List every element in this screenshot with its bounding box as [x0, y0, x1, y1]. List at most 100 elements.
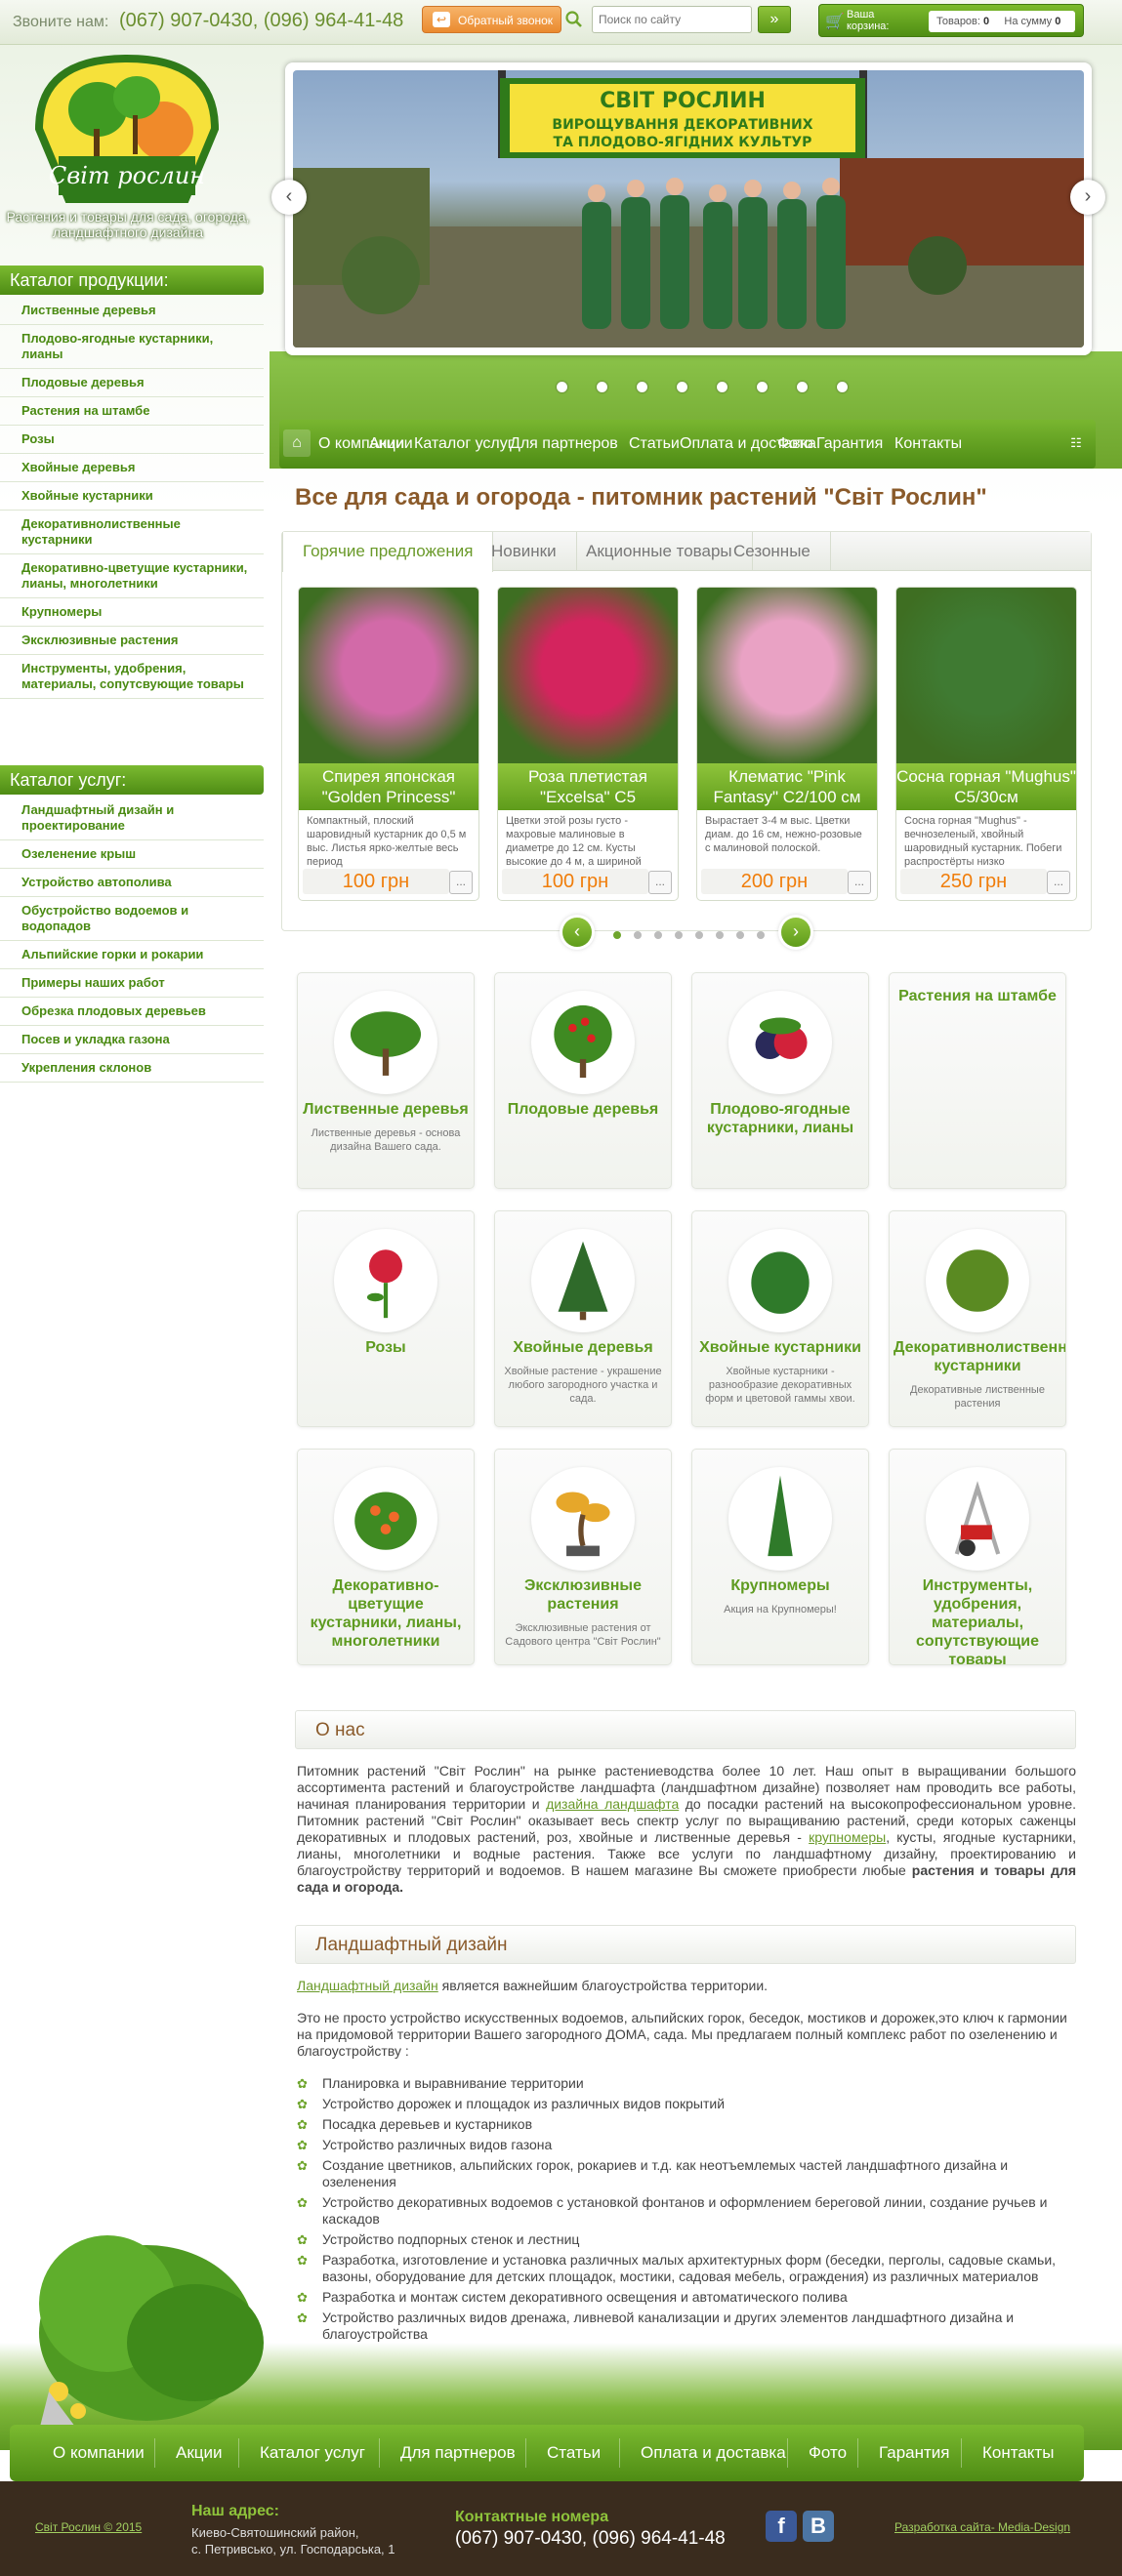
sidebar-service-item[interactable]: Альпийские горки и рокарии	[0, 941, 264, 969]
footer-nav-item[interactable]: Статьи	[547, 2425, 601, 2481]
nav-item[interactable]: Фото	[777, 420, 813, 469]
category-title[interactable]: Плодовые деревья	[495, 1100, 671, 1119]
carousel-dot[interactable]	[716, 931, 724, 939]
tab-item[interactable]: Горячие предложения	[282, 532, 494, 572]
product-card[interactable]: Клематис "Pink Fantasy" C2/100 см Выраста…	[696, 587, 878, 901]
product-card[interactable]: Роза плетистая "Excelsa" C5 Цветки этой р…	[497, 587, 679, 901]
sidebar-product-item[interactable]: Крупномеры	[0, 598, 264, 627]
category-title[interactable]: Крупномеры	[692, 1576, 868, 1595]
slider-dot[interactable]	[717, 382, 727, 392]
carousel-dot[interactable]	[613, 931, 621, 939]
carousel-dot[interactable]	[675, 931, 683, 939]
category-card[interactable]: Розы	[297, 1210, 475, 1427]
category-title[interactable]: Инструменты, удобрения, материалы, сопут…	[890, 1576, 1065, 1664]
slider-dot[interactable]	[557, 382, 567, 392]
sidebar-service-item[interactable]: Посев и укладка газона	[0, 1026, 264, 1054]
category-title[interactable]: Хвойные кустарники	[692, 1338, 868, 1357]
carousel-dot[interactable]	[736, 931, 744, 939]
header-phones[interactable]: (067) 907-0430, (096) 964-41-48	[119, 10, 403, 32]
sidebar-product-item[interactable]: Плодово-ягодные кустарники, лианы	[0, 325, 264, 369]
sidebar-service-item[interactable]: Укрепления склонов	[0, 1054, 264, 1083]
footer-nav-item[interactable]: Гарантия	[879, 2425, 950, 2481]
copyright-link[interactable]: Світ Рослин © 2015	[35, 2520, 142, 2534]
sidebar-product-item[interactable]: Лиственные деревья	[0, 297, 264, 325]
sidebar-product-item[interactable]: Розы	[0, 426, 264, 454]
product-more-button[interactable]: ...	[848, 871, 871, 894]
category-title[interactable]: Декоративнолиственные кустарники	[890, 1338, 1065, 1375]
carousel-dot[interactable]	[634, 931, 642, 939]
sidebar-product-item[interactable]: Хвойные кустарники	[0, 482, 264, 511]
product-name[interactable]: Спирея японская "Golden Princess"	[299, 763, 478, 810]
category-card[interactable]: Лиственные деревья Лиственные деревья - о…	[297, 972, 475, 1189]
hero-slider[interactable]: СВІТ РОСЛИН ВИРОЩУВАННЯ ДЕКОРАТИВНИХ ТА …	[285, 62, 1092, 355]
category-image[interactable]	[926, 1467, 1029, 1571]
category-title[interactable]: Розы	[298, 1338, 474, 1357]
product-image[interactable]	[498, 588, 678, 763]
category-card[interactable]: Декоративно-цветущие кустарники, лианы, …	[297, 1449, 475, 1665]
slider-dot[interactable]	[677, 382, 687, 392]
sitemap-icon[interactable]: ☷	[1062, 429, 1090, 457]
carousel-dot[interactable]	[757, 931, 765, 939]
sidebar-service-item[interactable]: Обустройство водоемов и водопадов	[0, 897, 264, 941]
category-card[interactable]: Хвойные деревья Хвойные растение - украше…	[494, 1210, 672, 1427]
category-image[interactable]	[531, 1229, 635, 1332]
category-image[interactable]	[728, 1229, 832, 1332]
category-image[interactable]	[728, 1467, 832, 1571]
footer-nav-item[interactable]: Для партнеров	[400, 2425, 516, 2481]
nav-item[interactable]: Каталог услуг	[414, 420, 514, 469]
sidebar-product-item[interactable]: Декоративнолиственные кустарники	[0, 511, 264, 554]
category-card[interactable]: Плодовые деревья	[494, 972, 672, 1189]
footer-nav-item[interactable]: О компании	[53, 2425, 145, 2481]
search-button[interactable]: »	[758, 6, 791, 33]
footer-nav-item[interactable]: Каталог услуг	[260, 2425, 365, 2481]
category-image[interactable]	[334, 1467, 437, 1571]
footer-nav-item[interactable]: Фото	[809, 2425, 847, 2481]
category-card[interactable]: Инструменты, удобрения, материалы, сопут…	[889, 1449, 1066, 1665]
sidebar-product-item[interactable]: Растения на штамбе	[0, 397, 264, 426]
category-image[interactable]	[334, 1229, 437, 1332]
sidebar-service-item[interactable]: Обрезка плодовых деревьев	[0, 998, 264, 1026]
nav-item[interactable]: Для партнеров	[510, 420, 618, 469]
cart-widget[interactable]: 🛒 Ваша корзина: Товаров: 0 На сумму 0	[818, 4, 1084, 37]
carousel-dot[interactable]	[654, 931, 662, 939]
callback-button[interactable]: ↩ Обратный звонок	[422, 6, 561, 33]
sidebar-product-item[interactable]: Декоративно-цветущие кустарники, лианы, …	[0, 554, 264, 598]
product-image[interactable]	[896, 588, 1076, 763]
slider-prev-button[interactable]: ‹	[271, 180, 307, 215]
category-title[interactable]: Декоративно-цветущие кустарники, лианы, …	[298, 1576, 474, 1651]
nav-item[interactable]: Акции	[369, 420, 413, 469]
nav-item[interactable]: Контакты	[894, 420, 962, 469]
product-name[interactable]: Роза плетистая "Excelsa" C5	[498, 763, 678, 810]
slider-dot[interactable]	[637, 382, 647, 392]
slider-next-button[interactable]: ›	[1070, 180, 1105, 215]
slider-dot[interactable]	[837, 382, 848, 392]
landscape-design-link[interactable]: дизайна ландшафта	[546, 1796, 679, 1812]
search-input[interactable]	[592, 6, 752, 33]
category-card[interactable]: Растения на штамбе	[889, 972, 1066, 1189]
category-card[interactable]: Крупномеры Акция на Крупномеры!	[691, 1449, 869, 1665]
category-image[interactable]	[728, 991, 832, 1094]
category-card[interactable]: Плодово-ягодные кустарники, лианы	[691, 972, 869, 1189]
product-card[interactable]: Сосна горная "Mughus" C5/30см Сосна горна…	[895, 587, 1077, 901]
category-title[interactable]: Эксклюзивные растения	[495, 1576, 671, 1614]
slider-dot[interactable]	[597, 382, 607, 392]
category-title[interactable]: Хвойные деревья	[495, 1338, 671, 1357]
category-title[interactable]: Лиственные деревья	[298, 1100, 474, 1119]
category-card[interactable]: Хвойные кустарники Хвойные кустарники - р…	[691, 1210, 869, 1427]
product-more-button[interactable]: ...	[449, 871, 473, 894]
facebook-icon[interactable]: f	[766, 2511, 797, 2542]
category-image[interactable]	[531, 991, 635, 1094]
product-name[interactable]: Клематис "Pink Fantasy" C2/100 см	[697, 763, 877, 810]
nav-item[interactable]: Статьи	[629, 420, 680, 469]
tab-item[interactable]: Новинки	[472, 532, 577, 571]
slider-dot[interactable]	[797, 382, 808, 392]
sidebar-product-item[interactable]: Хвойные деревья	[0, 454, 264, 482]
home-icon[interactable]: ⌂	[283, 429, 311, 457]
tab-item[interactable]: Сезонные	[714, 532, 831, 571]
landscape-link[interactable]: Ландшафтный дизайн	[297, 1978, 438, 1993]
footer-nav-item[interactable]: Оплата и доставка	[641, 2425, 786, 2481]
slider-dot[interactable]	[757, 382, 768, 392]
category-image[interactable]	[926, 1229, 1029, 1332]
product-image[interactable]	[697, 588, 877, 763]
product-image[interactable]	[299, 588, 478, 763]
